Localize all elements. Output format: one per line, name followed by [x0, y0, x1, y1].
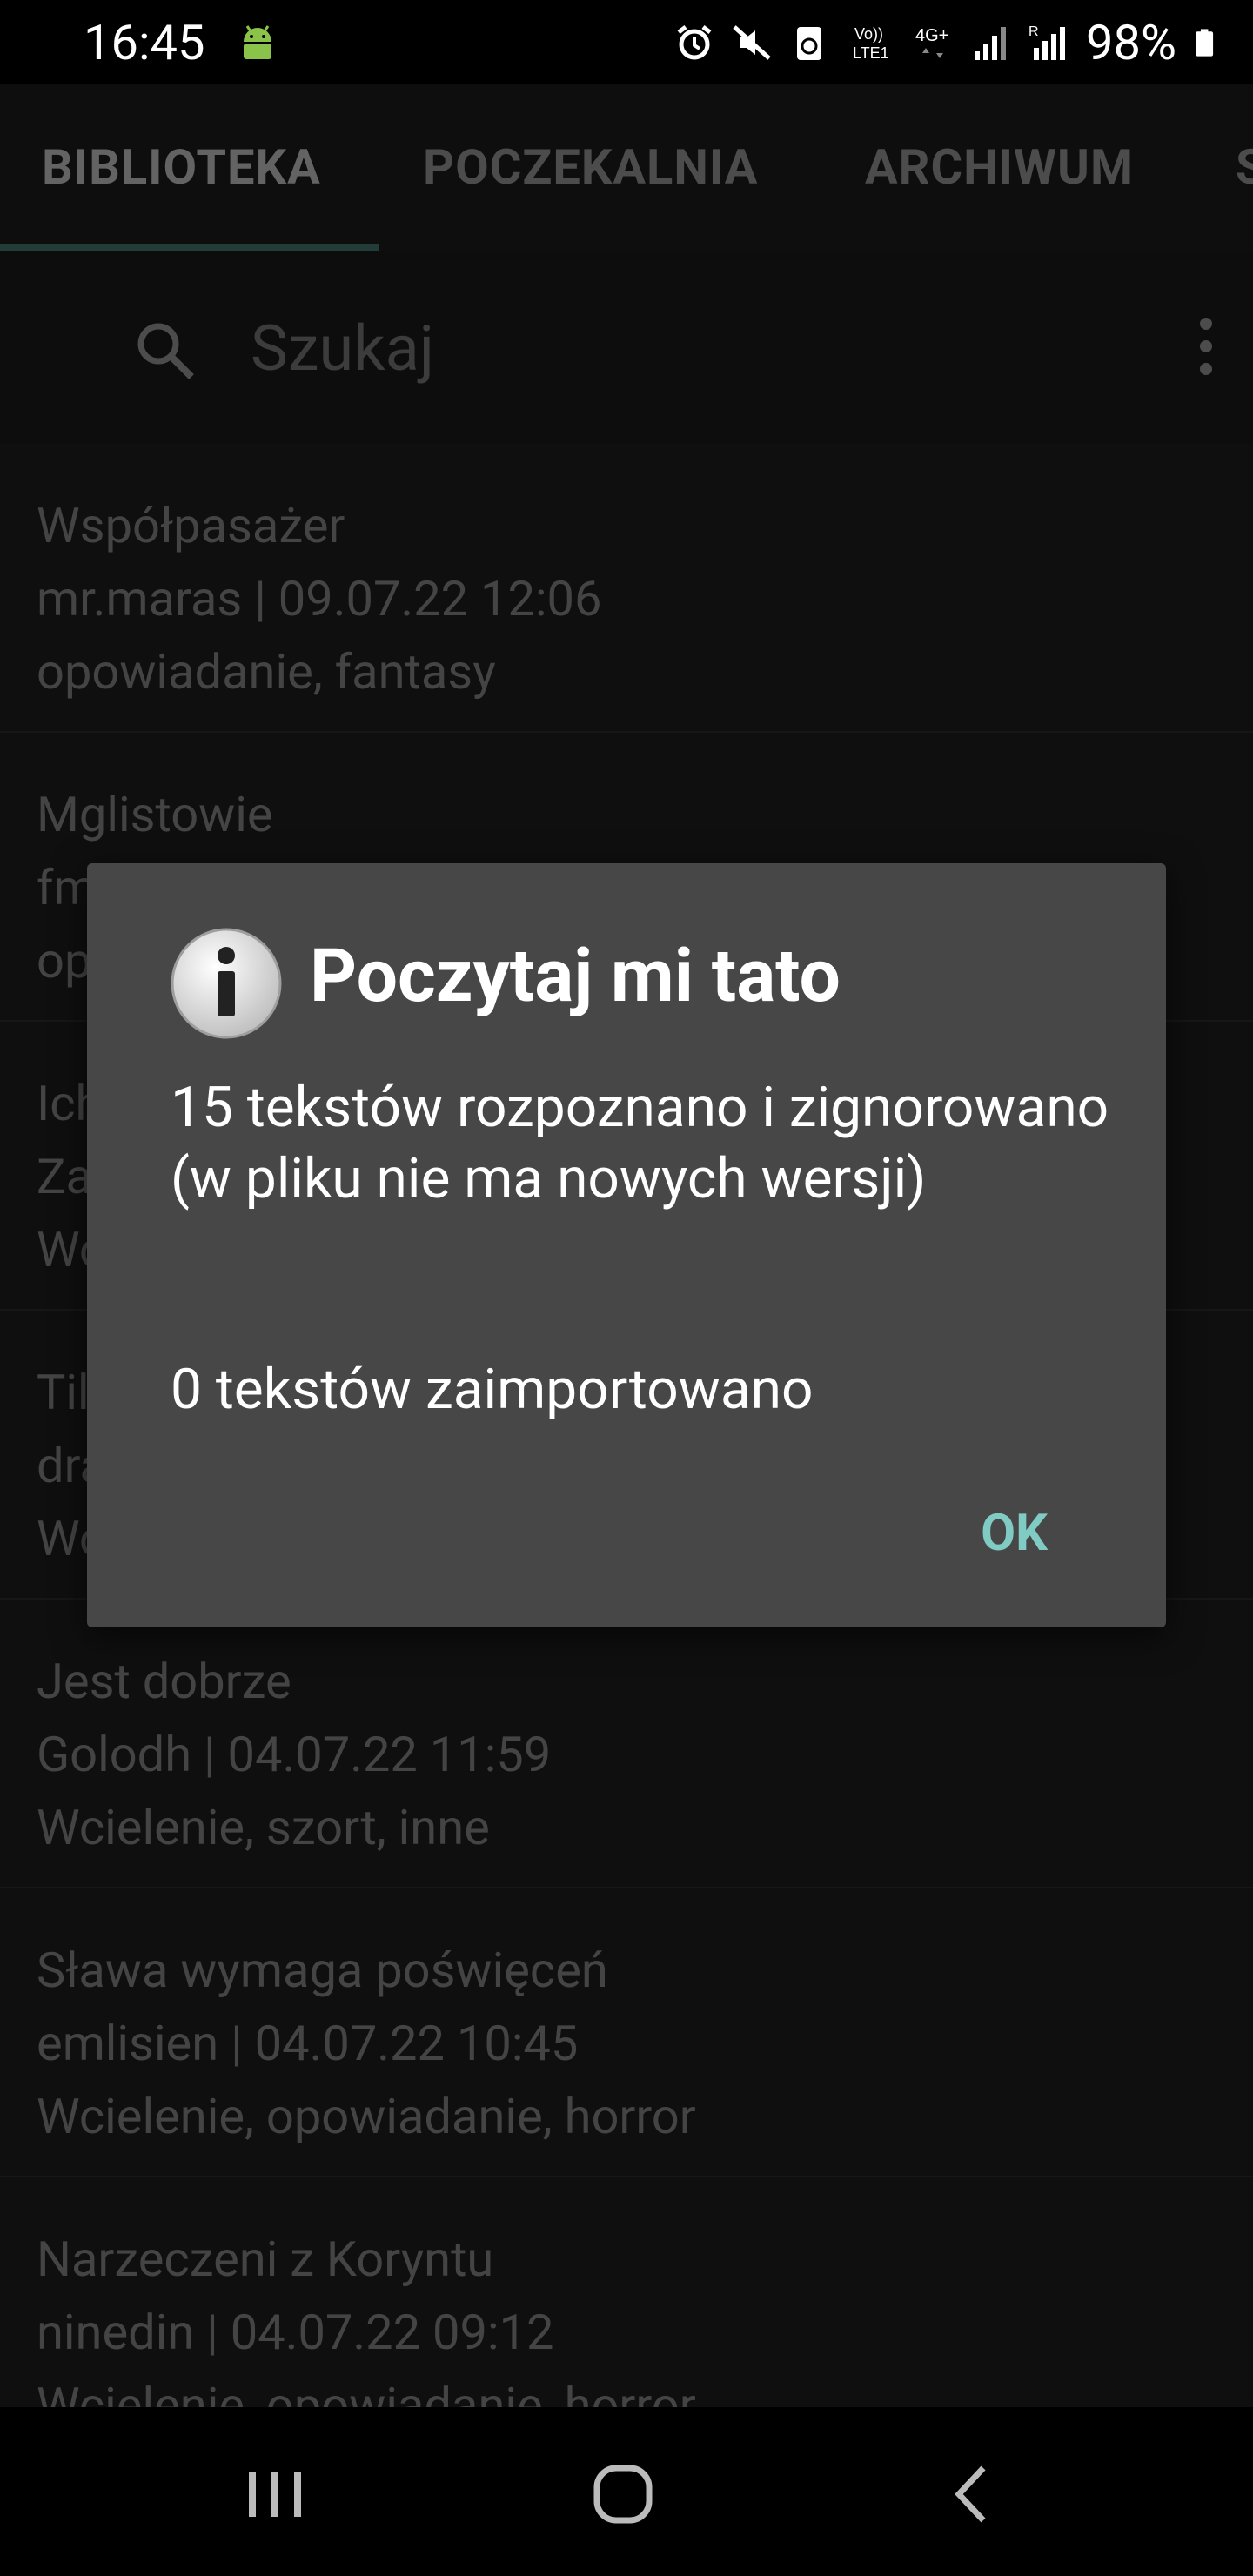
signal-roaming-icon: R	[1029, 24, 1066, 60]
battery-percent: 98%	[1086, 14, 1176, 71]
battery-icon	[1196, 29, 1214, 57]
status-bar: 16:45 Vo)) LTE1 4G+ R 98%	[0, 0, 1253, 84]
status-time: 16:45	[84, 14, 205, 71]
4g-icon: 4G+	[915, 26, 948, 58]
alarm-icon	[677, 25, 712, 60]
dialog-message: 15 tekstów rozpoznano i zignorowano (w p…	[171, 1075, 1109, 1211]
info-icon	[171, 928, 282, 1039]
recycle-icon	[797, 27, 822, 60]
volte-icon: Vo)) LTE1	[853, 25, 889, 62]
signal-icon	[975, 27, 1007, 60]
back-icon[interactable]	[940, 2459, 1009, 2529]
svg-text:Vo)): Vo))	[854, 25, 883, 43]
svg-text:4G+: 4G+	[915, 26, 948, 45]
svg-text:LTE1: LTE1	[853, 44, 889, 62]
dialog-title: Poczytaj mi tato	[310, 933, 841, 1019]
import-result-dialog: Poczytaj mi tato 15 tekstów rozpoznano i…	[87, 863, 1166, 1627]
recent-apps-icon[interactable]	[240, 2459, 310, 2529]
navigation-bar	[0, 2407, 1253, 2576]
dialog-message-imported: 0 tekstów zaimportowano	[171, 1357, 814, 1422]
android-icon	[244, 25, 271, 59]
ok-button[interactable]: OK	[981, 1504, 1048, 1563]
mute-icon	[733, 25, 771, 60]
home-icon[interactable]	[588, 2459, 658, 2529]
svg-text:R: R	[1029, 24, 1039, 39]
